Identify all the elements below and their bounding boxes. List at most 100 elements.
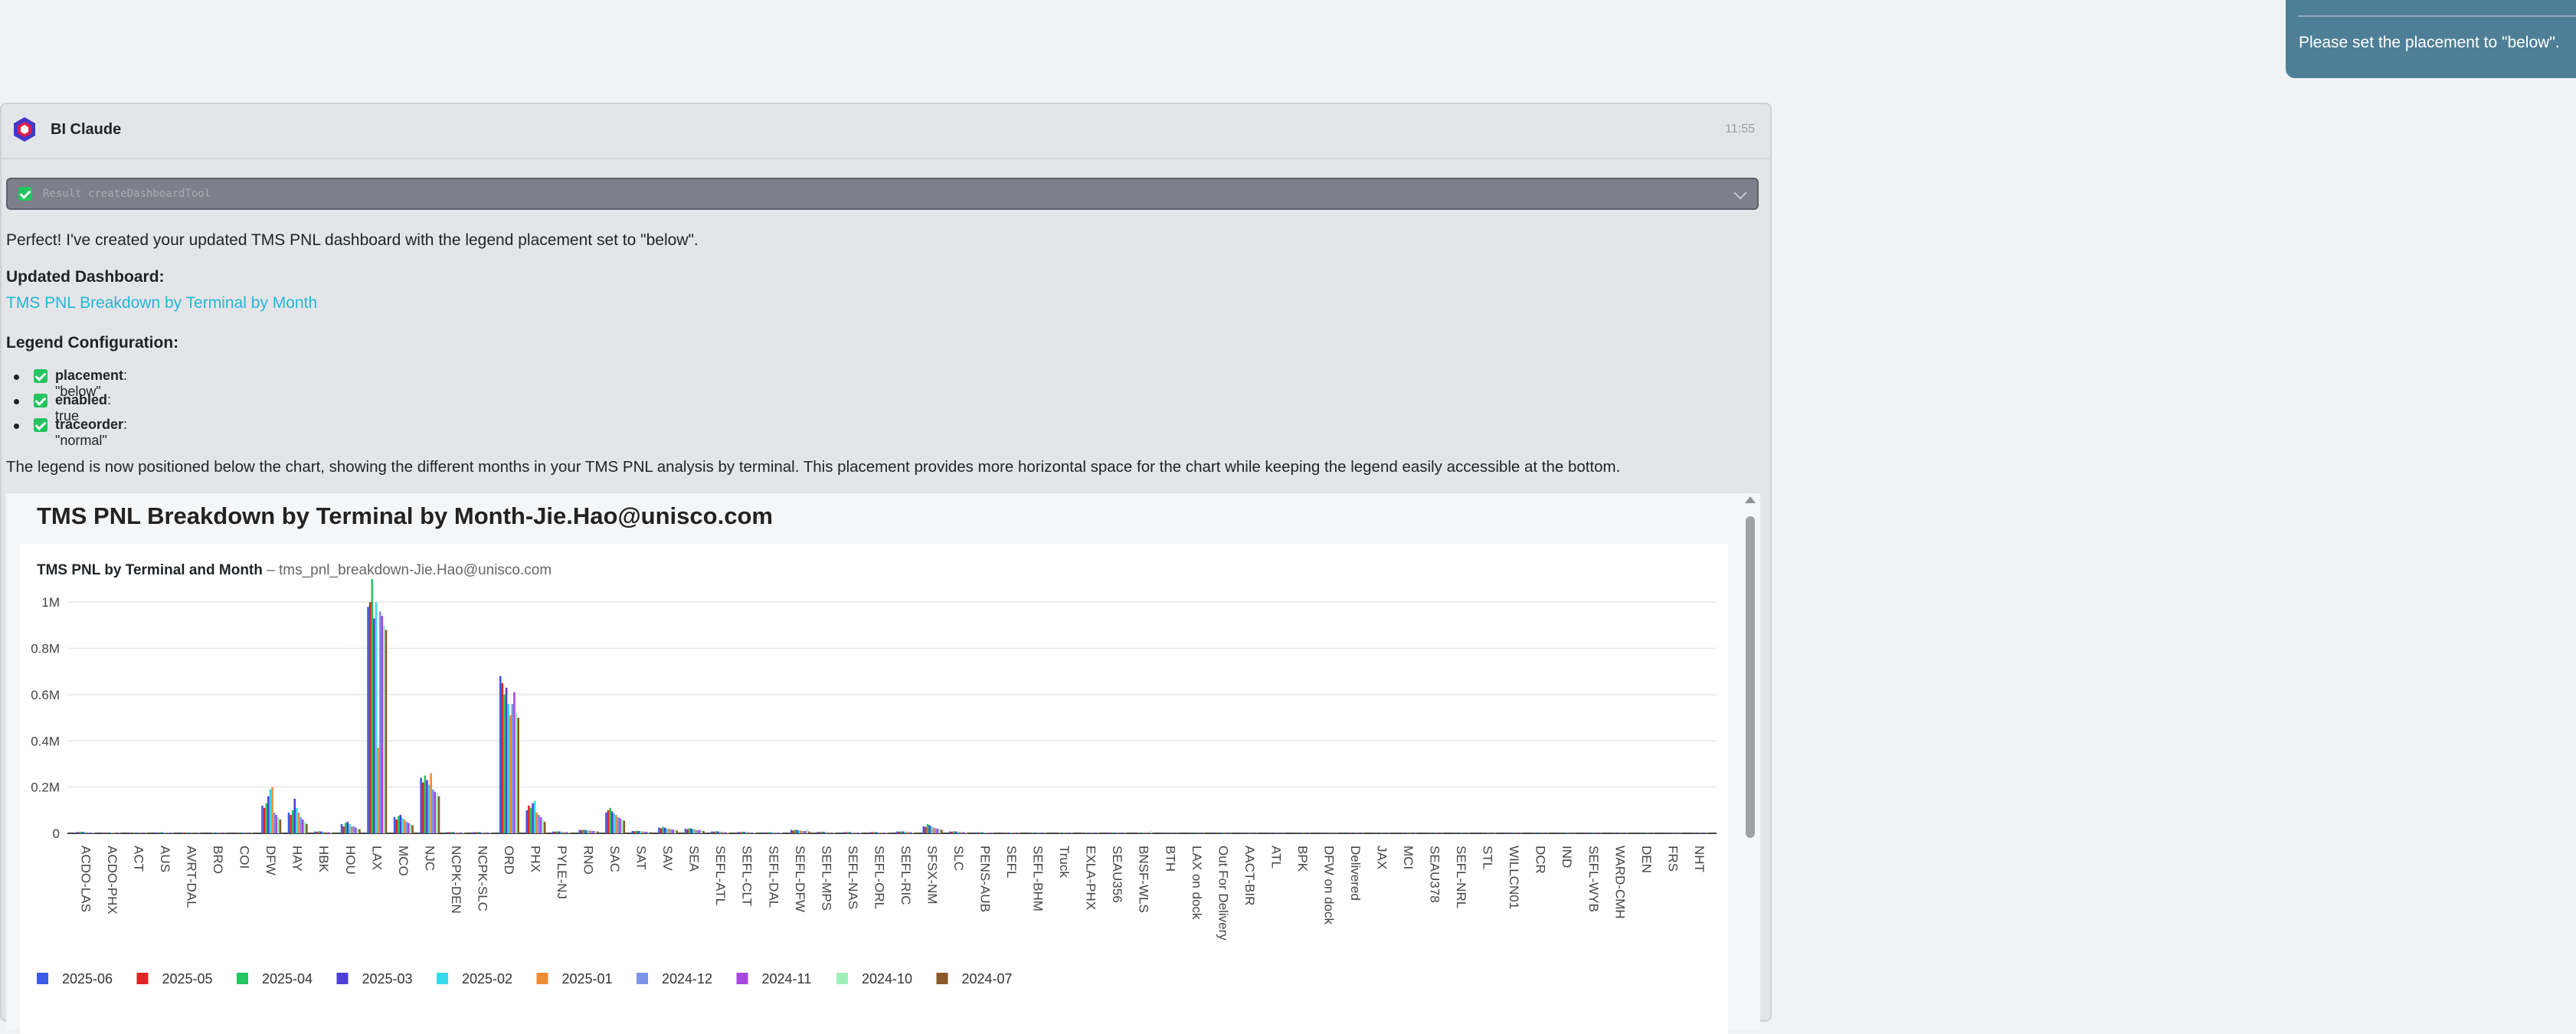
bar bbox=[1671, 833, 1674, 834]
bar bbox=[552, 831, 555, 833]
legend-swatch bbox=[136, 973, 149, 984]
bar bbox=[1221, 833, 1224, 834]
bar bbox=[450, 832, 453, 833]
bar bbox=[826, 832, 829, 833]
bar bbox=[747, 832, 750, 833]
bar bbox=[643, 831, 646, 833]
chart-card: TMS PNL by Terminal and Month – tms_pnl_… bbox=[20, 544, 1728, 1034]
bar bbox=[954, 831, 957, 833]
bar bbox=[446, 832, 449, 833]
bar bbox=[637, 830, 640, 833]
bar bbox=[1372, 833, 1375, 834]
bar bbox=[843, 832, 846, 833]
bar bbox=[951, 831, 954, 833]
bar bbox=[340, 823, 343, 833]
bar bbox=[1614, 833, 1617, 834]
bar bbox=[1522, 833, 1525, 834]
legend-swatch bbox=[736, 973, 748, 984]
bar bbox=[277, 816, 280, 833]
x-tick-label: BRO bbox=[211, 846, 225, 874]
x-tick-label: BNSF-WLS bbox=[1137, 846, 1151, 913]
bar bbox=[293, 798, 296, 833]
bar bbox=[936, 828, 939, 833]
bar bbox=[1569, 833, 1572, 834]
bar bbox=[1543, 833, 1545, 834]
bar bbox=[582, 829, 585, 833]
bar bbox=[617, 816, 620, 833]
bar bbox=[273, 812, 276, 833]
bar bbox=[375, 602, 378, 833]
x-tick-label: SEFL-DFW bbox=[793, 846, 807, 912]
chart-bars bbox=[76, 579, 1710, 834]
bar bbox=[424, 775, 427, 833]
bar bbox=[922, 826, 925, 833]
check-icon bbox=[34, 369, 47, 383]
bar bbox=[1203, 833, 1206, 834]
bar bbox=[1563, 833, 1566, 834]
bar bbox=[1248, 833, 1250, 834]
bar bbox=[1406, 833, 1409, 834]
bar bbox=[1252, 833, 1255, 834]
bar bbox=[1427, 833, 1429, 834]
bar bbox=[1307, 833, 1309, 834]
bar bbox=[1333, 833, 1336, 834]
x-tick-label: BPK bbox=[1295, 846, 1310, 872]
y-tick-label: 0.8M bbox=[31, 642, 60, 656]
bar bbox=[395, 819, 398, 833]
x-tick-label: SEFL-NRL bbox=[1454, 846, 1468, 908]
bar bbox=[82, 832, 84, 833]
x-tick-label: SAV bbox=[660, 846, 675, 871]
bar bbox=[543, 821, 546, 833]
bar bbox=[408, 823, 410, 833]
x-tick-label: MCI bbox=[1401, 846, 1416, 869]
bar bbox=[1691, 833, 1694, 834]
bar bbox=[1272, 833, 1275, 834]
bubble-divider bbox=[2298, 15, 2576, 17]
bar bbox=[615, 814, 617, 833]
chevron-down-icon[interactable] bbox=[1733, 186, 1747, 200]
bar bbox=[1484, 833, 1487, 834]
bar bbox=[1642, 833, 1645, 834]
bar bbox=[792, 830, 795, 833]
bar bbox=[1429, 833, 1432, 834]
x-tick-label: IND bbox=[1560, 846, 1574, 868]
bar bbox=[1567, 833, 1569, 834]
x-tick-label: Out For Delivery bbox=[1216, 846, 1230, 941]
scroll-up-arrow-icon[interactable] bbox=[1745, 496, 1756, 503]
bar bbox=[511, 703, 514, 833]
bar bbox=[808, 831, 810, 833]
scrollbar-thumb[interactable] bbox=[1746, 516, 1755, 838]
x-tick-label: JAX bbox=[1375, 846, 1389, 869]
bar bbox=[509, 715, 512, 833]
legend-swatch bbox=[37, 973, 48, 984]
bar bbox=[1618, 833, 1621, 834]
intro-text: Perfect! I've created your updated TMS P… bbox=[6, 231, 699, 249]
bar bbox=[1664, 833, 1668, 834]
bar bbox=[1465, 833, 1468, 834]
y-tick-label: 0.4M bbox=[31, 734, 60, 748]
bar bbox=[1504, 833, 1507, 834]
bar bbox=[83, 832, 87, 833]
dashboard-scrollbar[interactable] bbox=[1740, 493, 1759, 1029]
bar bbox=[1628, 833, 1631, 834]
bar bbox=[314, 831, 316, 833]
bar bbox=[1705, 833, 1708, 834]
tool-result-toggle[interactable]: Result createDashboardTool bbox=[6, 178, 1759, 210]
bar bbox=[902, 831, 905, 833]
dashboard-link[interactable]: TMS PNL Breakdown by Terminal by Month bbox=[6, 294, 317, 312]
bar bbox=[1586, 833, 1588, 834]
bar bbox=[1573, 833, 1576, 834]
summary-text: The legend is now positioned below the c… bbox=[6, 458, 1621, 476]
bar bbox=[1557, 833, 1560, 834]
y-axis: 0 0.2M 0.4M 0.6M 0.8M 1M bbox=[31, 595, 60, 841]
legend-swatch bbox=[437, 973, 448, 984]
bar bbox=[1187, 833, 1190, 834]
bar bbox=[399, 814, 402, 833]
bar bbox=[1292, 833, 1295, 834]
bar bbox=[1199, 833, 1201, 834]
legend-swatch bbox=[536, 973, 548, 984]
bar bbox=[265, 803, 267, 833]
bar bbox=[1481, 833, 1484, 834]
bar bbox=[910, 832, 912, 833]
x-tick-label: PENS-AUB bbox=[978, 846, 993, 912]
